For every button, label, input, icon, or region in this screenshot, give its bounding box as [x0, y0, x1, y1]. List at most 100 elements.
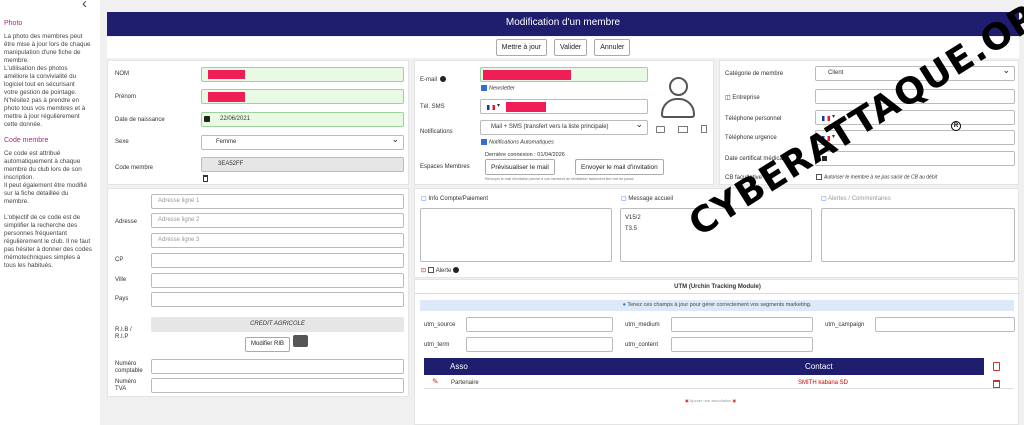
entreprise-label: ◫ Entreprise	[725, 95, 760, 101]
notif-select[interactable]: Mail + SMS (transfert vers la liste prin…	[480, 118, 648, 135]
avatar[interactable]	[661, 77, 695, 121]
help-line: La photo des membres peut	[4, 33, 83, 40]
utm-term-label: utm_term	[424, 342, 450, 348]
rib-label: R.I.B / R.I.P	[115, 327, 132, 340]
asso-type: Partenaire	[451, 380, 479, 386]
notes-panel: ▢ Info Compte/Paiement ▢ Message accueil…	[414, 188, 1019, 278]
code-input[interactable]: 3EA52FF	[201, 157, 404, 172]
asso-contact: SMITH kabana SD	[798, 380, 849, 386]
camera-icon[interactable]	[656, 126, 665, 133]
tva-input[interactable]	[151, 378, 404, 393]
image-icon[interactable]	[678, 126, 688, 133]
ville-input[interactable]	[151, 273, 404, 288]
update-button[interactable]: Mettre à jour	[495, 39, 547, 56]
compta-input[interactable]	[151, 359, 404, 374]
utm-medium-input[interactable]	[671, 317, 813, 332]
sexe-select[interactable]: Femme	[201, 133, 404, 150]
category-panel: Catégorie de membre Client ◫ Entreprise …	[719, 60, 1019, 185]
utm-campaign-label: utm_campaign	[825, 322, 865, 328]
table-row[interactable]: ✎ Partenaire SMITH kabana SD	[424, 375, 1014, 389]
delete-row-icon[interactable]	[993, 380, 1000, 388]
help-line: pas hésiter à donner des codes	[4, 246, 92, 253]
address-panel: Adresse Adresse ligne 1 Adresse ligne 2 …	[107, 188, 409, 397]
address-line1-input[interactable]: Adresse ligne 1	[151, 194, 404, 209]
notif-auto-checkbox[interactable]: Notifications Automatiques	[481, 139, 554, 145]
help-line: L'utilisation des photos	[4, 65, 68, 72]
cp-input[interactable]	[151, 253, 404, 268]
third-textarea[interactable]	[821, 208, 1015, 262]
newsletter-checkbox[interactable]: Newsletter	[481, 85, 515, 91]
utm-term-input[interactable]	[466, 337, 613, 352]
cancel-button[interactable]: Annuler	[594, 39, 631, 56]
ville-label: Ville	[115, 277, 127, 283]
help-line: automatiquement à chaque	[4, 158, 81, 165]
utm-content-input[interactable]	[671, 337, 813, 352]
prenom-label: Prénom	[115, 94, 137, 100]
birth-label: Date de naissance	[115, 117, 165, 123]
modify-rib-button[interactable]: Modifier RIB	[245, 337, 291, 352]
identity-panel: NOM Prénom Date de naissance 22/06/2021 …	[107, 60, 409, 185]
tva-label: Numéro TVA	[115, 379, 137, 392]
certif-date-input[interactable]	[815, 151, 1015, 166]
validate-button[interactable]: Valider	[553, 39, 588, 56]
help-line: membre.	[4, 57, 29, 64]
notif-label: Notifications	[420, 129, 453, 135]
page-title: Modification d'un membre	[107, 12, 1019, 36]
code-help-text-2: L'objectif de ce code est de simplifier l…	[4, 214, 97, 270]
delete-photo-icon[interactable]	[701, 125, 707, 133]
compta-label: Numéro comptable	[115, 361, 143, 374]
print-icon[interactable]	[293, 335, 308, 347]
help-line: inscription.	[4, 174, 35, 181]
help-line: être mise à jour lors de chaque	[4, 41, 91, 48]
help-line: améliore la convivialité du	[4, 73, 77, 80]
bank-name: CREDIT AGRICOLE	[151, 317, 404, 332]
calendar-icon[interactable]	[204, 116, 210, 122]
pays-label: Pays	[115, 296, 129, 302]
add-association-link[interactable]: ▣ Ajouter une association ▣	[685, 398, 736, 403]
info-compte-textarea[interactable]	[420, 208, 612, 262]
utm-campaign-input[interactable]	[875, 317, 1015, 332]
utm-panel: UTM (Urchin Tracking Module) ● Tenez ces…	[414, 279, 1020, 425]
last-login-text: Dernière connexion : 01/04/2026	[485, 152, 565, 158]
redacted-block	[208, 70, 245, 79]
utm-note: ● Tenez ces champs à jour pour gérer cor…	[420, 300, 1014, 311]
add-row-icon[interactable]	[993, 362, 1000, 371]
invite-note: Renvoyer le mail d'invitation permet à v…	[485, 177, 635, 181]
help-line: régulièrement le club. Il ne faut	[4, 238, 91, 245]
category-select[interactable]: Client	[815, 64, 1015, 81]
help-line: tous les habitués.	[4, 262, 54, 269]
sms-label: Tél. SMS	[420, 104, 445, 110]
photo-help-text: La photo des membres peut être mise à jou…	[4, 33, 97, 129]
address-line2-input[interactable]: Adresse ligne 2	[151, 213, 404, 228]
tel-urgence-label: Téléphone urgence	[725, 135, 777, 141]
help-line: mettre à jour régulièrement	[4, 113, 80, 120]
edit-icon[interactable]: ✎	[432, 377, 439, 386]
address-line3-input[interactable]: Adresse ligne 3	[151, 233, 404, 248]
alerte-checkbox[interactable]: ⊡ Alerte	[421, 267, 460, 274]
utm-source-input[interactable]	[466, 317, 613, 332]
tel-perso-input[interactable]: ▾	[815, 110, 1015, 125]
entreprise-input[interactable]	[815, 89, 1015, 104]
send-invite-button[interactable]: Envoyer le mail d'invitation	[575, 159, 664, 175]
birth-date-input[interactable]: 22/06/2021	[201, 112, 404, 127]
cat-label: Catégorie de membre	[725, 71, 784, 77]
redacted-block	[483, 70, 571, 80]
trash-icon[interactable]	[203, 175, 208, 182]
redacted-block	[208, 92, 245, 102]
cb-checkbox[interactable]: Autoriser le membre à ne pas saisir de C…	[816, 174, 937, 180]
redacted-block	[506, 102, 546, 112]
contact-panel: E-mail Newsletter Tél. SMS ▾ Notificatio…	[414, 60, 714, 185]
preview-mail-button[interactable]: Prévisualiser le mail	[485, 159, 555, 175]
help-line: Ce code est attribué	[4, 150, 61, 157]
tel-perso-label: Téléphone personnel	[725, 116, 782, 122]
collapse-sidebar-icon[interactable]: ‹	[82, 0, 87, 11]
adresse-label: Adresse	[115, 219, 138, 225]
help-line: membre du club lors de son	[4, 166, 82, 173]
tel-urgence-input[interactable]: ▾	[815, 130, 1015, 145]
utm-source-label: utm_source	[424, 322, 456, 328]
code-help-text: Ce code est attribué automatiquement à ch…	[4, 150, 97, 206]
code-label: Code membre	[115, 165, 154, 171]
help-sidebar: ‹ Photo La photo des membres peut être mi…	[0, 0, 100, 425]
message-textarea[interactable]: V15/2 T3.5	[620, 208, 812, 262]
pays-input[interactable]	[151, 292, 404, 307]
